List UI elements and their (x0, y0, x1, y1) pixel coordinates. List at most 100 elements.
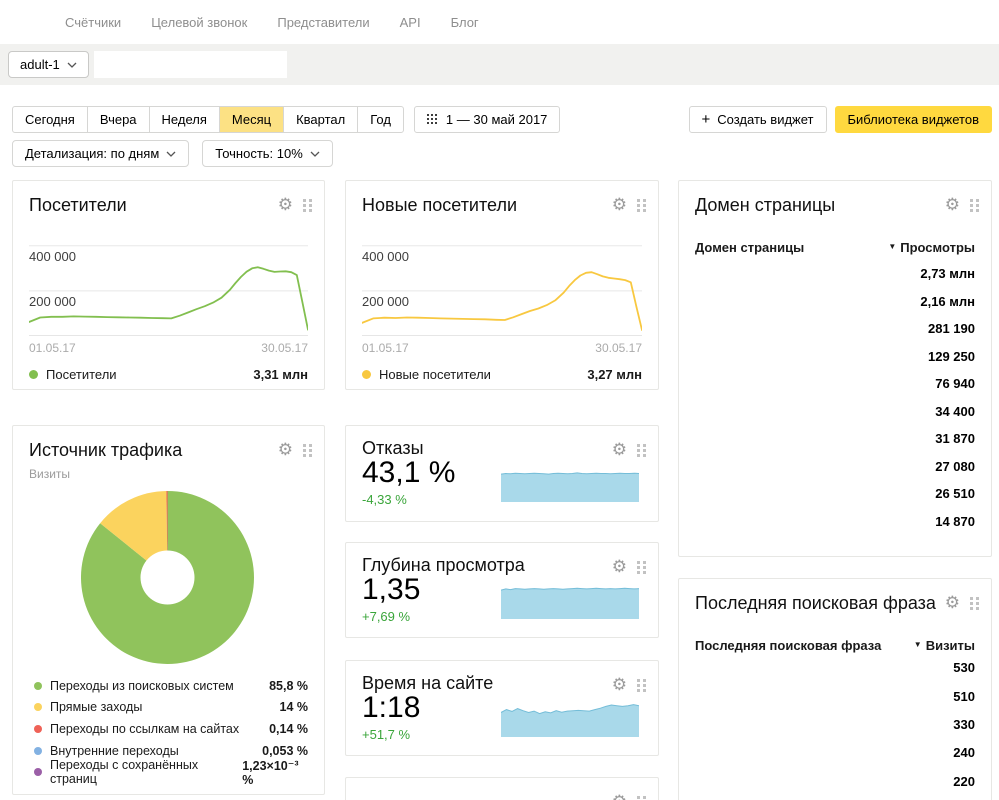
bounce-rate-value: 43,1 % (362, 456, 455, 490)
drag-handle-icon[interactable] (637, 561, 646, 574)
legend-dot (29, 370, 38, 379)
row-value: 76 940 (935, 376, 975, 391)
legend-value: 0,053 % (262, 744, 308, 758)
nav-counters[interactable]: Счётчики (65, 15, 121, 30)
legend-item: Переходы по ссылкам на сайтах 0,14 % (29, 718, 308, 740)
widget-time-on-site: Время на сайте ⚙ 1:18 +51,7 % (345, 660, 659, 756)
drag-handle-icon[interactable] (970, 597, 979, 610)
table-row: 2,73 млн (695, 266, 975, 286)
search-input[interactable] (94, 51, 287, 78)
legend-value: 14 % (280, 700, 309, 714)
widget-title: Последняя поисковая фраза (695, 593, 936, 614)
visitors-line-chart: 400 000 200 000 (29, 239, 308, 336)
chart-legend[interactable]: Новые посетители 3,27 млн (362, 367, 642, 382)
column-dimension: Последняя поисковая фраза (695, 638, 881, 653)
toolbar-row-2: Детализация: по дням Точность: 10% (12, 140, 333, 167)
sort-desc-icon: ▼ (914, 640, 922, 649)
accuracy-dropdown[interactable]: Точность: 10% (202, 140, 333, 167)
legend-value: 0,14 % (269, 722, 308, 736)
x-axis-labels: 01.05.17 30.05.17 (362, 341, 642, 355)
widget-library-button[interactable]: Библиотека виджетов (835, 106, 993, 133)
period-month[interactable]: Месяц (219, 106, 284, 133)
period-quarter[interactable]: Квартал (283, 106, 358, 133)
depth-change: +7,69 % (362, 609, 410, 624)
gear-icon[interactable]: ⚙ (612, 794, 627, 800)
table-row: 2,16 млн (695, 294, 975, 314)
widget-title: Посетители (29, 195, 127, 216)
column-metric-sort[interactable]: ▼ Просмотры (888, 240, 975, 255)
table-row: 31 870 (695, 431, 975, 451)
legend-item: Переходы с сохранённых страниц 1,23×10⁻³… (29, 761, 308, 783)
row-value: 129 250 (928, 349, 975, 364)
legend-total: 3,31 млн (253, 367, 308, 382)
column-metric-label: Визиты (926, 638, 975, 653)
drag-handle-icon[interactable] (637, 679, 646, 692)
column-dimension: Домен страницы (695, 240, 804, 255)
legend-item: Прямые заходы 14 % (29, 697, 308, 719)
x-axis-labels: 01.05.17 30.05.17 (29, 341, 308, 355)
period-year[interactable]: Год (357, 106, 404, 133)
widget-subtitle: Визиты (29, 467, 70, 481)
svg-text:400 000: 400 000 (29, 249, 76, 264)
drag-handle-icon[interactable] (637, 199, 646, 212)
drag-handle-icon[interactable] (637, 444, 646, 457)
drag-handle-icon[interactable] (303, 199, 312, 212)
widget-title: Новые посетители (362, 195, 517, 216)
widget-last-search-phrase: Последняя поисковая фраза ⚙ Последняя по… (678, 578, 992, 800)
chevron-down-icon (310, 151, 320, 157)
create-widget-button[interactable]: + Создать виджет (689, 106, 827, 133)
nav-blog[interactable]: Блог (451, 15, 479, 30)
table-row: 220 (695, 774, 975, 794)
drag-handle-icon[interactable] (970, 199, 979, 212)
table-row: 281 190 (695, 321, 975, 341)
legend-label: Переходы по ссылкам на сайтах (50, 722, 239, 736)
legend-dot (362, 370, 371, 379)
gear-icon[interactable]: ⚙ (612, 442, 627, 459)
gear-icon[interactable]: ⚙ (945, 595, 960, 612)
gear-icon[interactable]: ⚙ (278, 197, 293, 214)
row-value: 510 (953, 689, 975, 704)
table-row: 240 (695, 745, 975, 765)
chevron-down-icon (166, 151, 176, 157)
top-navigation: Счётчики Целевой звонок Представители AP… (0, 0, 999, 44)
chart-legend[interactable]: Посетители 3,31 млн (29, 367, 308, 382)
column-metric-sort[interactable]: ▼ Визиты (914, 638, 975, 653)
widget-title: Домен страницы (695, 195, 835, 216)
detail-dropdown[interactable]: Детализация: по дням (12, 140, 189, 167)
metrica-dashboard: Счётчики Целевой звонок Представители AP… (0, 0, 999, 800)
svg-text:200 000: 200 000 (362, 294, 409, 309)
period-yesterday[interactable]: Вчера (87, 106, 150, 133)
table-row: 330 (695, 717, 975, 737)
gear-icon[interactable]: ⚙ (612, 197, 627, 214)
legend-dot (34, 747, 42, 755)
table-row: 510 (695, 689, 975, 709)
gear-icon[interactable]: ⚙ (278, 442, 293, 459)
period-week[interactable]: Неделя (149, 106, 220, 133)
column-metric-label: Просмотры (900, 240, 975, 255)
nav-api[interactable]: API (400, 15, 421, 30)
row-value: 27 080 (935, 459, 975, 474)
legend-dot (34, 725, 42, 733)
row-value: 34 400 (935, 404, 975, 419)
widget-page-domain: Домен страницы ⚙ Домен страницы ▼ Просмо… (678, 180, 992, 557)
drag-handle-icon[interactable] (637, 796, 646, 800)
depth-value: 1,35 (362, 573, 420, 607)
legend-label: Новые посетители (379, 367, 491, 382)
row-value: 14 870 (935, 514, 975, 529)
nav-representatives[interactable]: Представители (277, 15, 369, 30)
counter-select[interactable]: adult-1 (8, 51, 89, 78)
legend-label: Переходы из поисковых систем (50, 679, 234, 693)
gear-icon[interactable]: ⚙ (612, 677, 627, 694)
period-today[interactable]: Сегодня (12, 106, 88, 133)
date-range-button[interactable]: 1 — 30 май 2017 (414, 106, 561, 133)
plus-icon: + (702, 111, 711, 128)
nav-target-call[interactable]: Целевой звонок (151, 15, 247, 30)
widget-actions: + Создать виджет Библиотека виджетов (689, 106, 992, 133)
row-value: 281 190 (928, 321, 975, 336)
table-header: Домен страницы ▼ Просмотры (695, 240, 975, 255)
widget-depth: Глубина просмотра ⚙ 1,35 +7,69 % (345, 542, 659, 638)
svg-text:200 000: 200 000 (29, 294, 76, 309)
gear-icon[interactable]: ⚙ (945, 197, 960, 214)
drag-handle-icon[interactable] (303, 444, 312, 457)
gear-icon[interactable]: ⚙ (612, 559, 627, 576)
